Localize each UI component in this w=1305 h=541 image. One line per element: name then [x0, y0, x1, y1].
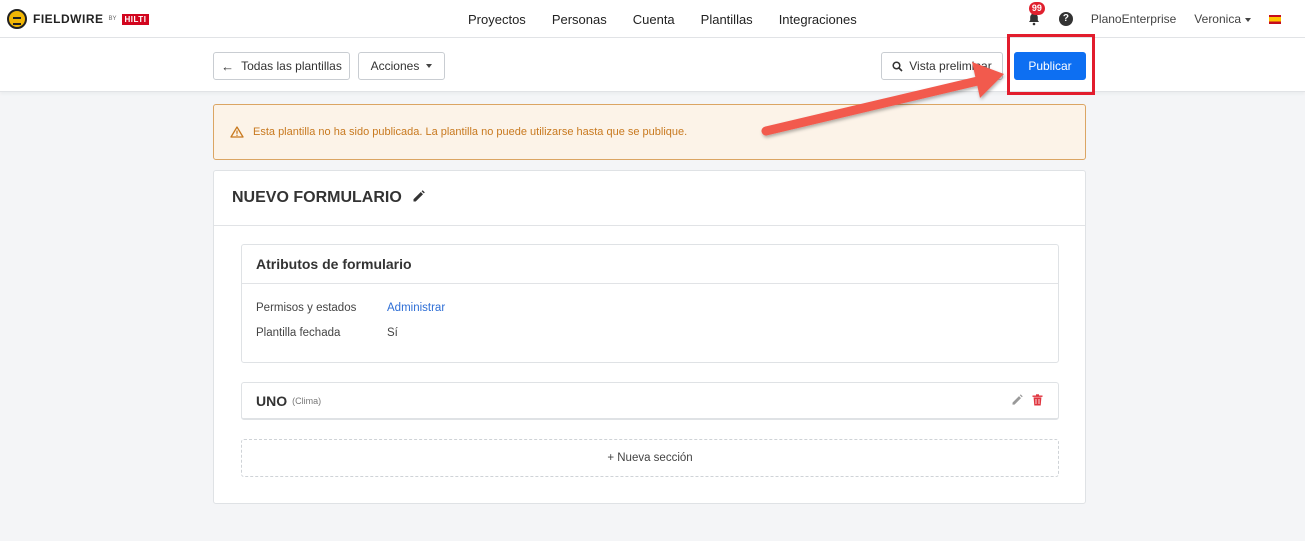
search-icon: [892, 60, 903, 72]
pencil-icon: [1012, 394, 1023, 405]
pencil-icon: [413, 190, 425, 202]
nav-right: 99 ? PlanoEnterprise Veronica: [1027, 0, 1281, 38]
spain-flag-icon[interactable]: [1269, 14, 1281, 24]
user-name: Veronica: [1194, 12, 1241, 26]
brand-by: BY: [108, 16, 117, 22]
org-name[interactable]: PlanoEnterprise: [1091, 12, 1176, 26]
all-templates-button[interactable]: ← Todas las plantillas: [213, 52, 350, 80]
all-templates-label: Todas las plantillas: [241, 59, 342, 73]
section-name: UNO: [256, 392, 288, 409]
help-icon[interactable]: ?: [1058, 12, 1073, 26]
nav-plantillas[interactable]: Plantillas: [701, 12, 753, 27]
dated-template-label: Plantilla fechada: [256, 327, 341, 339]
form-card: NUEVO FORMULARIO Atributos de formulario…: [213, 170, 1086, 504]
edit-section-button[interactable]: [1011, 394, 1023, 409]
form-header: NUEVO FORMULARIO: [214, 171, 1085, 226]
dated-template-value: Sí: [387, 327, 398, 339]
delete-section-button[interactable]: [1032, 394, 1043, 409]
user-menu[interactable]: Veronica: [1194, 12, 1251, 26]
form-attributes-panel: Atributos de formulario Permisos y estad…: [241, 244, 1059, 363]
preview-button[interactable]: Vista preliminar: [881, 52, 1003, 80]
permissions-label: Permisos y estados: [256, 302, 357, 314]
new-section-button[interactable]: + Nueva sección: [241, 439, 1059, 477]
notification-badge: 99: [1028, 2, 1045, 15]
arrow-left-icon: ←: [221, 58, 235, 74]
manage-permissions-link[interactable]: Administrar: [387, 302, 445, 314]
warning-icon: [230, 126, 244, 138]
nav-cuenta[interactable]: Cuenta: [633, 12, 675, 27]
main-nav: Proyectos Personas Cuenta Plantillas Int…: [455, 0, 870, 38]
chevron-down-icon: [1245, 17, 1251, 22]
nav-personas[interactable]: Personas: [552, 12, 607, 27]
fieldwire-logo[interactable]: FIELDWIRE BY HILTI: [7, 9, 150, 29]
unpublished-warning: Esta plantilla no ha sido publicada. La …: [213, 104, 1086, 160]
form-section[interactable]: UNO (Clima): [241, 382, 1059, 420]
actions-dropdown[interactable]: Acciones: [358, 52, 445, 80]
annotation-highlight-box: [1007, 34, 1095, 95]
fieldwire-logo-icon: [7, 9, 27, 29]
top-nav: FIELDWIRE BY HILTI Proyectos Personas Cu…: [0, 0, 1305, 38]
template-toolbar: ← Todas las plantillas Acciones Vista pr…: [0, 38, 1305, 92]
brand-name: FIELDWIRE: [33, 12, 104, 26]
notifications-button[interactable]: 99: [1027, 2, 1045, 26]
preview-label: Vista preliminar: [909, 59, 992, 73]
trash-icon: [1032, 394, 1043, 406]
hilti-logo: HILTI: [121, 13, 150, 25]
warning-text: Esta plantilla no ha sido publicada. La …: [253, 126, 688, 138]
actions-label: Acciones: [370, 59, 420, 73]
section-type: (Clima): [292, 395, 322, 406]
section-actions: [1002, 394, 1043, 409]
chevron-down-icon: [426, 64, 433, 68]
form-attributes-heading: Atributos de formulario: [242, 245, 1058, 284]
form-title: NUEVO FORMULARIO: [232, 189, 402, 206]
edit-title-button[interactable]: [412, 190, 425, 206]
nav-proyectos[interactable]: Proyectos: [468, 12, 526, 27]
nav-integraciones[interactable]: Integraciones: [779, 12, 857, 27]
